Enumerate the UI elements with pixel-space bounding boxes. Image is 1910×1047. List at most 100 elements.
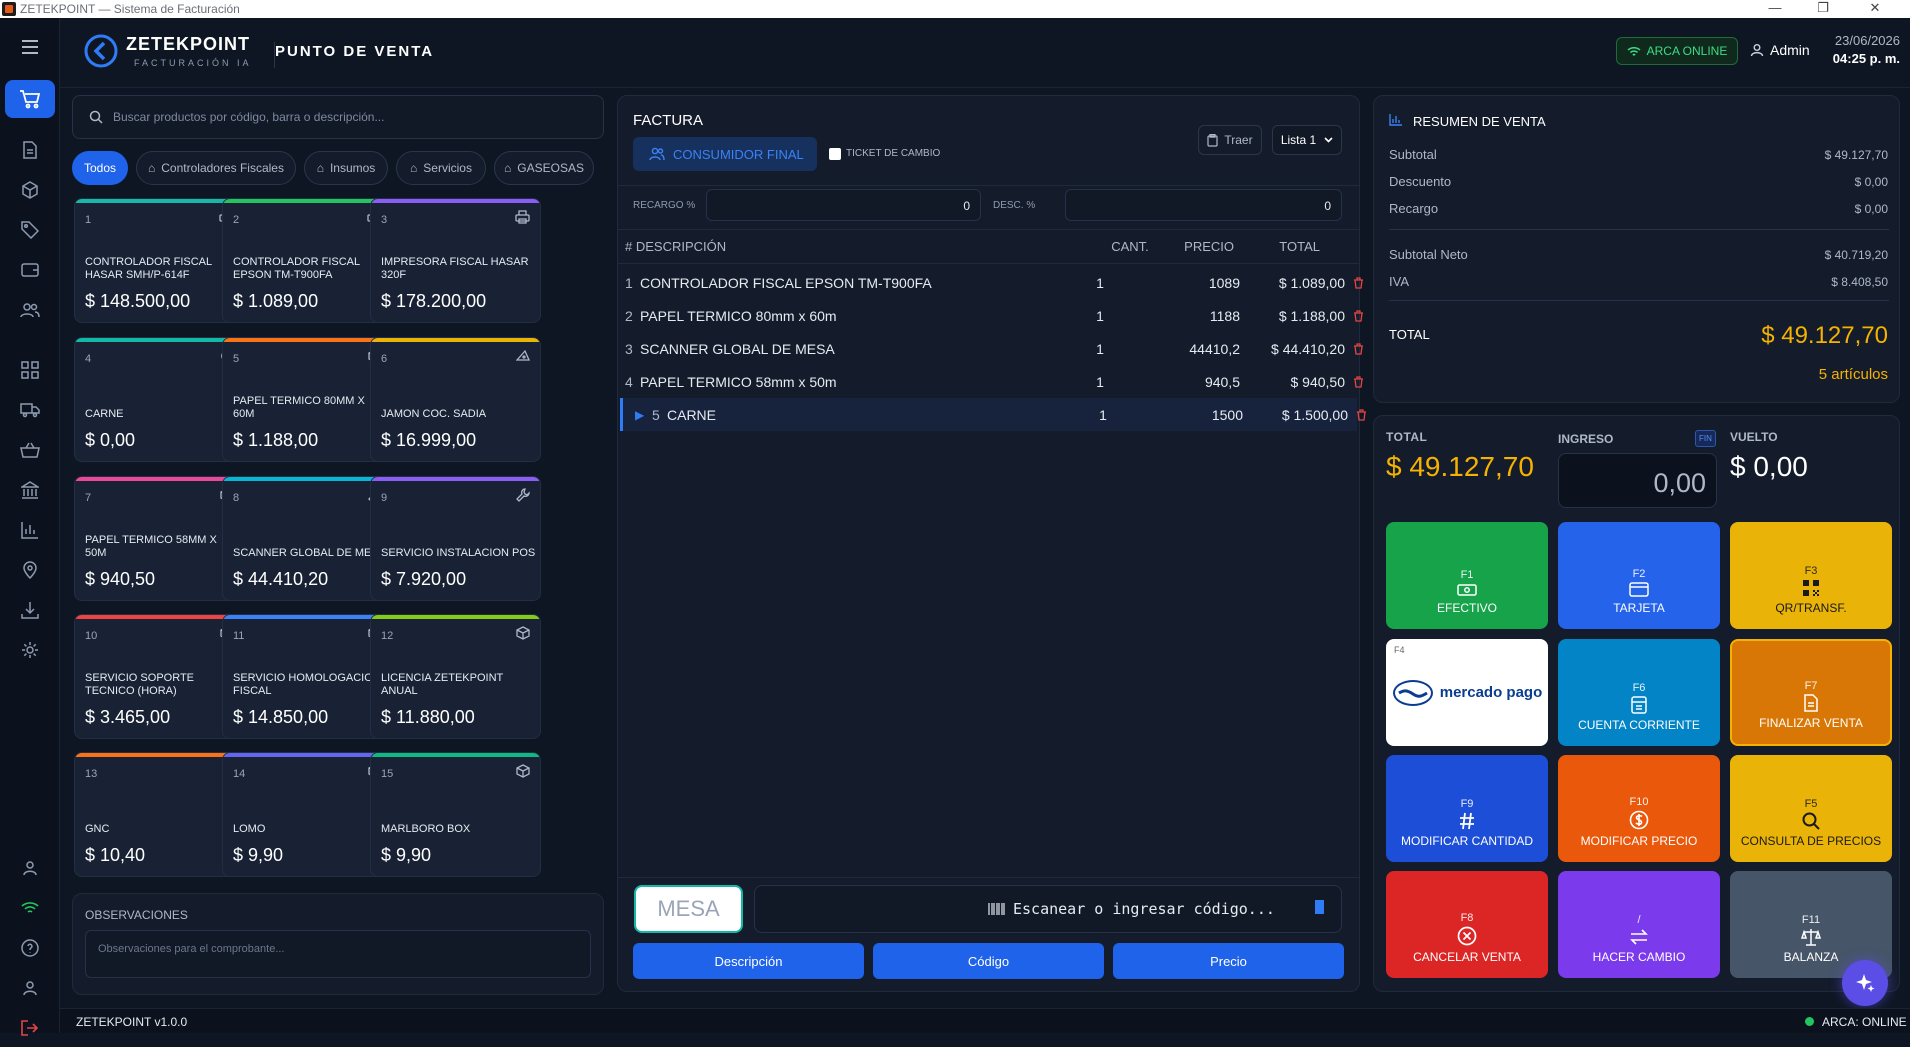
sidebar-item-reports[interactable] [5,511,55,549]
sidebar-item-tags[interactable] [5,211,55,249]
sidebar-item-profile[interactable] [5,969,55,1007]
pay-button-modificar-cantidad[interactable]: F9 MODIFICAR CANTIDAD [1386,755,1548,862]
window-title: ZETEKPOINT — Sistema de Facturación [20,2,240,16]
sidebar-item-documents[interactable] [5,131,55,169]
row-quantity[interactable]: 1 [1085,308,1115,324]
chip-servicios[interactable]: ⌂ Servicios [396,151,486,185]
sidebar-item-pos[interactable] [5,80,55,118]
sidebar-item-delivery[interactable] [5,391,55,429]
invoice-row[interactable]: 3 SCANNER GLOBAL DE MESA 1 44410,2 $ 44.410,… [620,332,1363,365]
fin-badge[interactable]: FIN [1695,430,1716,447]
product-card[interactable]: 3 IMPRESORA FISCAL HASAR 320F $ 178.200,00 [370,198,541,323]
product-card[interactable]: 5 PAPEL TERMICO 80MM X 60M $ 1.188,00 [222,337,393,462]
product-card[interactable]: 1 CONTROLADOR FISCAL HASAR SMH/P-614F $ 14… [74,198,245,323]
product-card[interactable]: 9 SERVICIO INSTALACION POS $ 7.920,00 [370,476,541,601]
row-price[interactable]: 1188 [1150,308,1240,324]
user-menu[interactable]: Admin [1750,42,1810,58]
product-card[interactable]: 12 LICENCIA ZETEKPOINT ANUAL $ 11.880,00 [370,614,541,739]
row-price[interactable]: 940,5 [1150,374,1240,390]
minimize-button[interactable]: — [1752,0,1798,15]
row-quantity[interactable]: 1 [1088,407,1118,423]
sidebar-item-clients[interactable] [5,291,55,329]
sidebar-item-download[interactable] [5,591,55,629]
close-button[interactable]: ✕ [1852,0,1898,16]
ingreso-input[interactable]: 0,00 [1558,453,1717,508]
customer-selector[interactable]: CONSUMIDOR FINAL [633,137,817,171]
neto-label: Subtotal Neto [1389,247,1468,262]
sidebar-item-dashboard[interactable] [5,351,55,389]
ticket-checkbox[interactable] [829,148,841,160]
divider [617,229,1360,230]
product-card[interactable]: 4 CARNE $ 0,00 [74,337,245,462]
row-price[interactable]: 1089 [1150,275,1240,291]
pay-button-modificar-precio[interactable]: F10 MODIFICAR PRECIO [1558,755,1720,862]
divider [617,185,1360,186]
sidebar-item-help[interactable] [5,929,55,967]
traer-button[interactable]: Traer [1198,125,1262,155]
sidebar-item-settings[interactable] [5,631,55,669]
product-card[interactable]: 14 LOMO $ 9,90 [222,752,393,877]
pay-button-mercado-pago[interactable]: F4 mercado pago [1386,639,1548,746]
row-quantity[interactable]: 1 [1085,374,1115,390]
trash-icon[interactable] [1353,375,1364,388]
invoice-row[interactable]: ▶ 5 CARNE 1 1500 $ 1.500,00 [620,398,1366,431]
trash-icon[interactable] [1353,276,1364,289]
pay-button-consulta-de-precios[interactable]: F5 CONSULTA DE PRECIOS [1730,755,1892,862]
row-price[interactable]: 1500 [1153,407,1243,423]
product-card[interactable]: 11 SERVICIO HOMOLOGACION FISCAL $ 14.850,0… [222,614,393,739]
invoice-row[interactable]: 4 PAPEL TERMICO 58mm x 50m 1 940,5 $ 940,50 [620,365,1363,398]
sidebar-item-bank[interactable] [5,471,55,509]
pay-button-qr-transf[interactable]: F3 QR/TRANSF. [1730,522,1892,629]
product-card[interactable]: 6 JAMON COC. SADIA $ 16.999,00 [370,337,541,462]
trash-icon[interactable] [1353,309,1364,322]
product-number: 1 [85,214,92,226]
product-card[interactable]: 10 SERVICIO SOPORTE TECNICO (HORA) $ 3.465… [74,614,245,739]
sidebar-item-wallet[interactable] [5,251,55,289]
key-hint: / [1637,914,1641,926]
price-list-select[interactable]: Lista 1 [1272,125,1342,155]
sidebar-item-basket[interactable] [5,431,55,469]
observations-input[interactable]: Observaciones para el comprobante... [85,930,591,978]
trash-icon[interactable] [1353,342,1364,355]
product-card[interactable]: 8 SCANNER GLOBAL DE MESA $ 44.410,20 [222,476,393,601]
product-card[interactable]: 15 MARLBORO BOX $ 9,90 [370,752,541,877]
product-card[interactable]: 7 PAPEL TERMICO 58MM X 50M $ 940,50 [74,476,245,601]
search-price-button[interactable]: Precio [1113,943,1344,979]
sidebar-item-products[interactable] [5,171,55,209]
row-description: PAPEL TERMICO 80mm x 60m [640,307,837,324]
desc-input[interactable]: 0 [1065,189,1342,221]
pay-button-tarjeta[interactable]: F2 TARJETA [1558,522,1720,629]
row-quantity[interactable]: 1 [1085,275,1115,291]
row-quantity[interactable]: 1 [1085,341,1115,357]
sidebar-item-location[interactable] [5,551,55,589]
chip-todos[interactable]: Todos [72,151,128,185]
scale-icon [1801,928,1821,946]
pay-button-cancelar-venta[interactable]: F8 CANCELAR VENTA [1386,871,1548,978]
product-search[interactable]: Buscar productos por código, barra o des… [72,95,604,139]
scan-input[interactable]: Escanear o ingresar código... [754,885,1342,933]
row-price[interactable]: 44410,2 [1150,341,1240,357]
recargo-input[interactable]: 0 [706,189,981,221]
ai-assistant-button[interactable] [1842,960,1888,1006]
pay-button-hacer-cambio[interactable]: / HACER CAMBIO [1558,871,1720,978]
search-code-button[interactable]: Código [873,943,1104,979]
sidebar-item-user[interactable] [5,849,55,887]
trash-icon[interactable] [1356,408,1367,421]
pay-button-finalizar-venta[interactable]: F7 FINALIZAR VENTA [1730,639,1892,746]
mesa-button[interactable]: MESA [634,885,743,933]
pay-button-cuenta-corriente[interactable]: F6 CUENTA CORRIENTE [1558,639,1720,746]
invoice-row[interactable]: 2 PAPEL TERMICO 80mm x 60m 1 1188 $ 1.188,00 [620,299,1363,332]
invoice-row[interactable]: 1 CONTROLADOR FISCAL EPSON TM-T900FA 1 1089… [620,266,1363,299]
search-input[interactable]: Buscar productos por código, barra o des… [113,110,384,124]
restore-button[interactable]: ❐ [1800,0,1846,16]
product-card[interactable]: 2 CONTROLADOR FISCAL EPSON TM-T900FA $ 1.0… [222,198,393,323]
chip-gaseosas[interactable]: ⌂ GASEOSAS [494,151,594,185]
pay-button-efectivo[interactable]: F1 EFECTIVO [1386,522,1548,629]
search-description-button[interactable]: Descripción [633,943,864,979]
row-total: $ 1.089,00 [1278,274,1345,291]
product-card[interactable]: 13 GNC $ 10,40 [74,752,245,877]
logout-icon[interactable] [5,1009,55,1047]
menu-icon[interactable] [5,28,55,66]
chip-controladores[interactable]: ⌂ Controladores Fiscales [136,151,296,185]
chip-insumos[interactable]: ⌂ Insumos [304,151,388,185]
